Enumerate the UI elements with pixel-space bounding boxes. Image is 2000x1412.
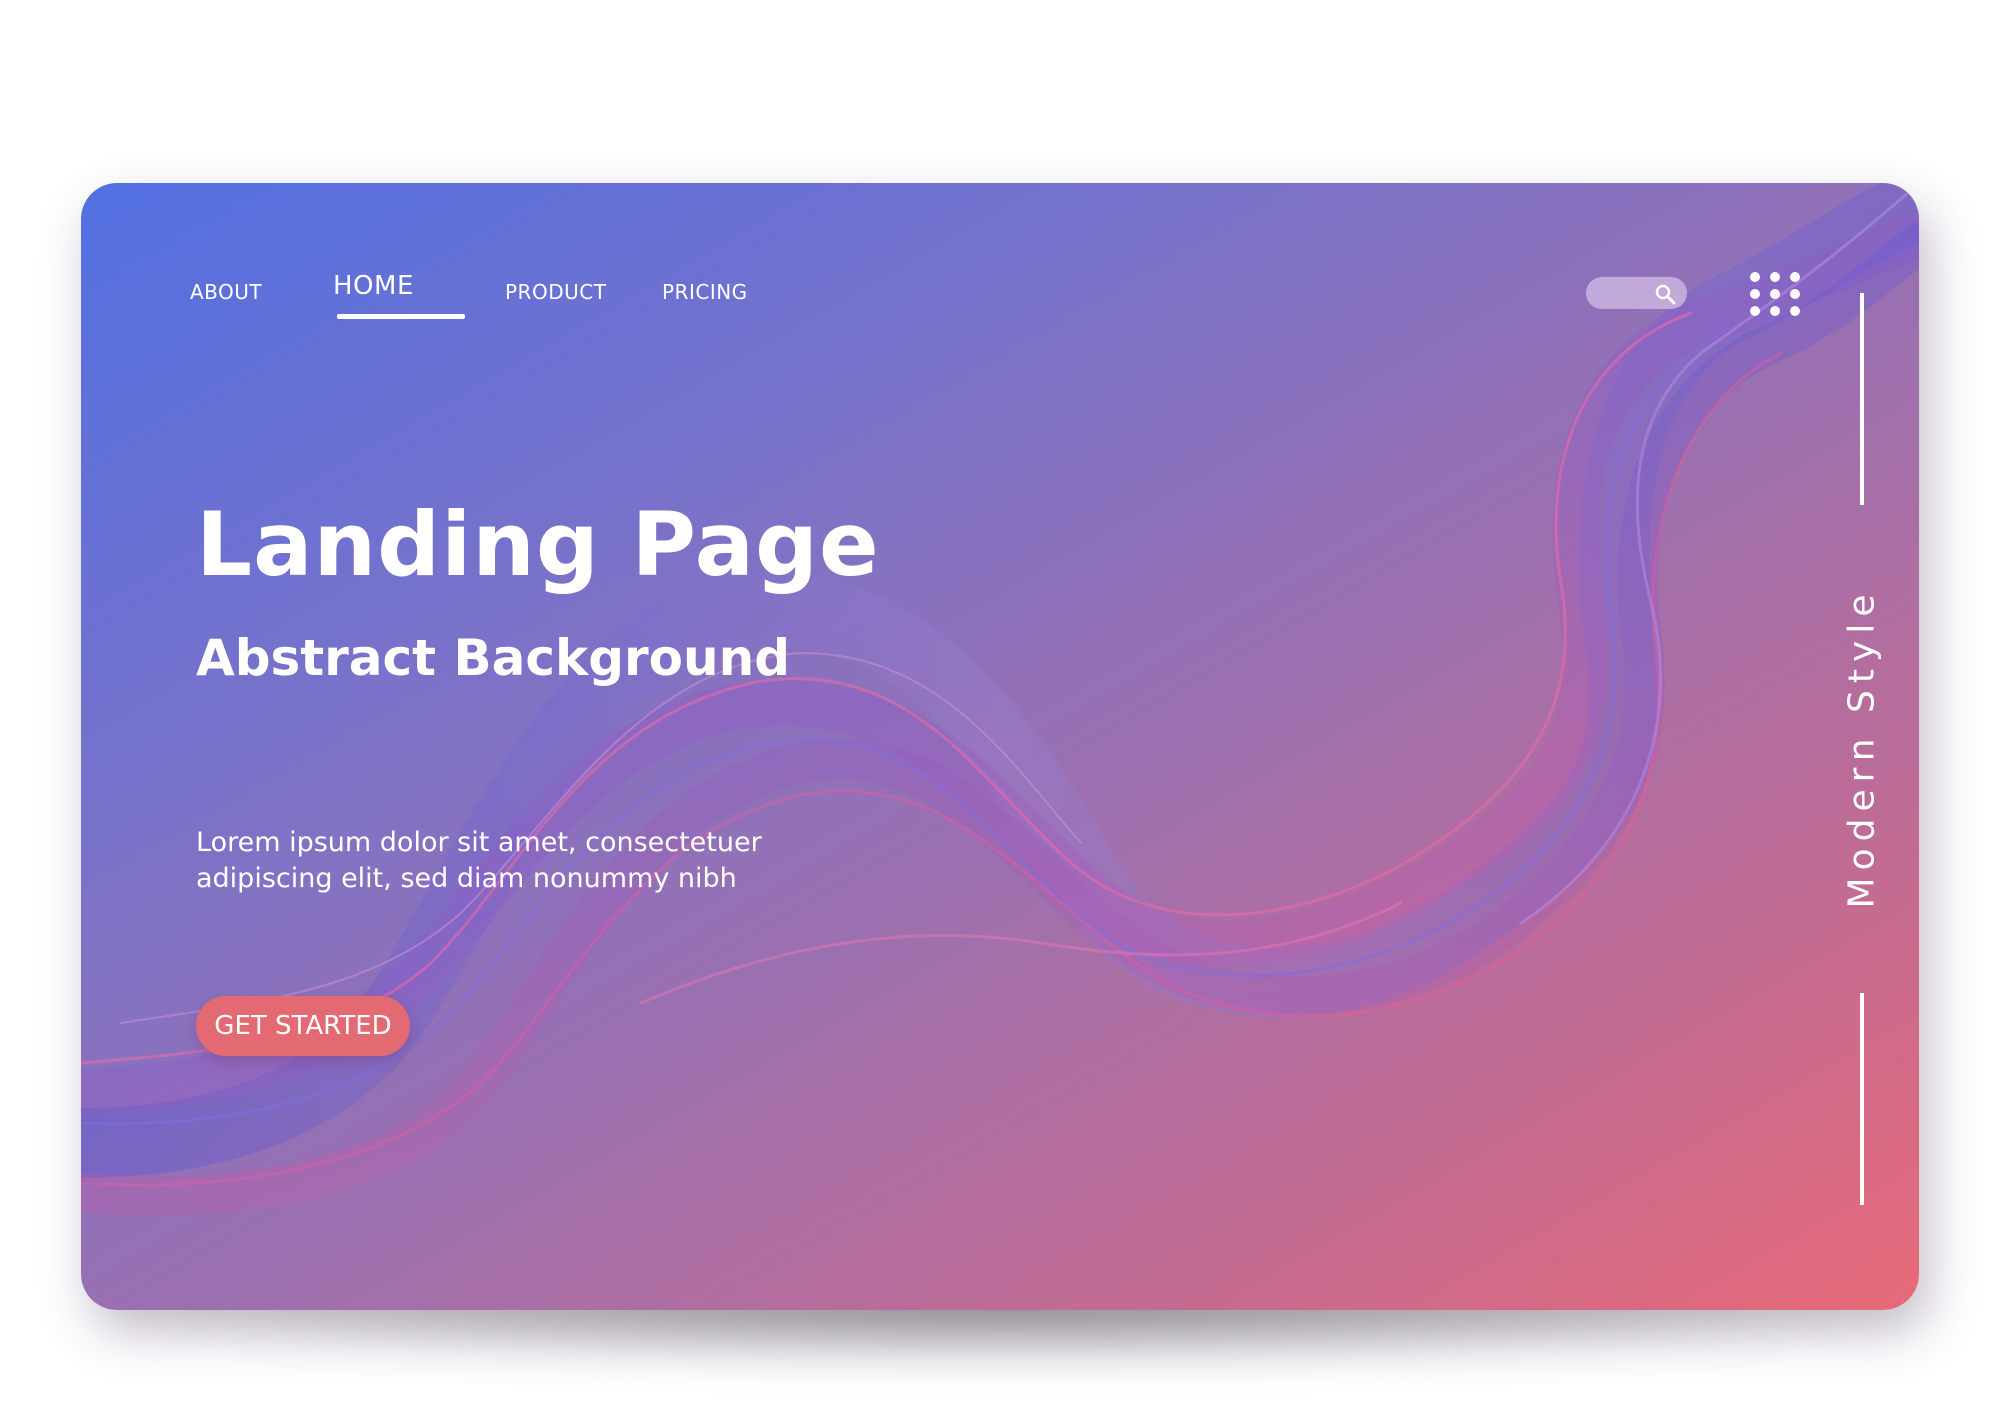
nav-pricing[interactable]: PRICING: [662, 280, 748, 304]
nav-home[interactable]: HOME: [333, 271, 414, 301]
hero-description-line-2: adipiscing elit, sed diam nonummy nibh: [196, 863, 737, 894]
side-label: Modern Style: [1841, 587, 1883, 909]
side-divider-top: [1860, 293, 1864, 505]
hero-description: Lorem ipsum dolor sit amet, consectetuer…: [196, 825, 836, 897]
search-icon[interactable]: [1653, 282, 1677, 306]
hero-description-line-1: Lorem ipsum dolor sit amet, consectetuer: [196, 827, 762, 858]
nav-active-underline: [337, 314, 465, 319]
search-input[interactable]: [1586, 277, 1687, 309]
hero-title: Landing Page: [196, 493, 880, 596]
grid-menu-icon[interactable]: [1750, 272, 1802, 316]
nav-product[interactable]: PRODUCT: [505, 280, 606, 304]
landing-card: ABOUT HOME PRODUCT PRICING Landing Page …: [81, 183, 1919, 1310]
hero-subtitle: Abstract Background: [196, 629, 791, 687]
nav-about[interactable]: ABOUT: [190, 280, 262, 304]
abstract-wave-graphic: [81, 183, 1919, 1216]
get-started-button[interactable]: GET STARTED: [196, 996, 410, 1056]
side-divider-bottom: [1860, 993, 1864, 1205]
